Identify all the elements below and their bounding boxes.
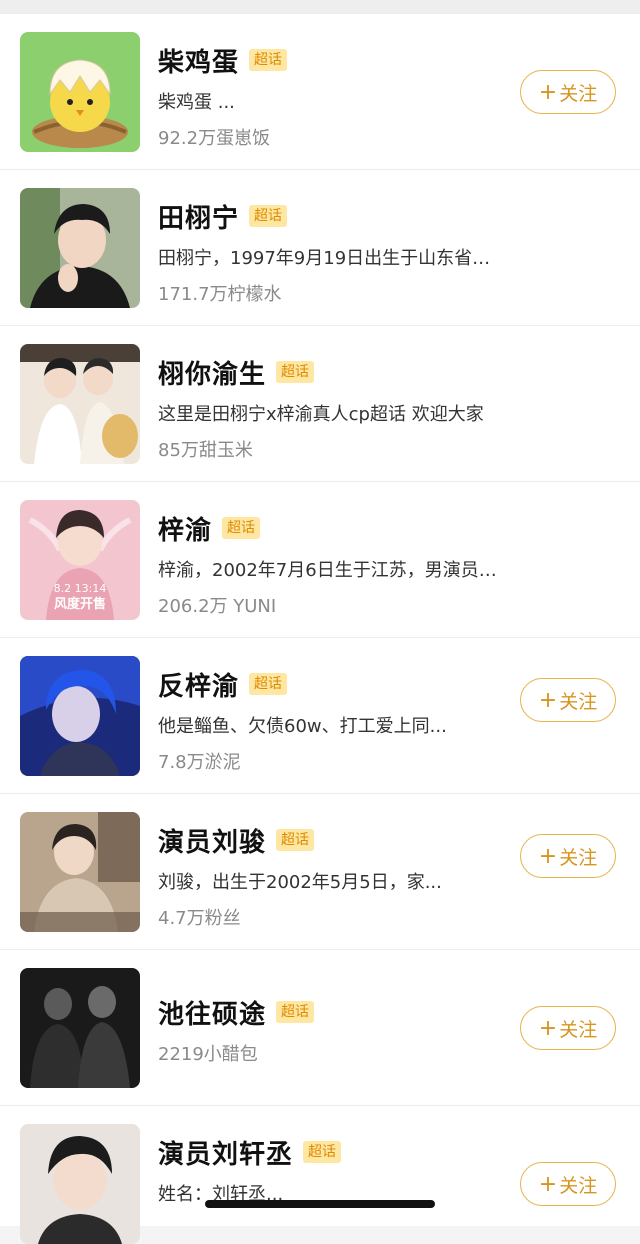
topic-name: 池往硕途: [158, 999, 267, 1030]
plus-icon: +: [538, 1015, 558, 1041]
super-topic-badge: 超话: [249, 205, 288, 227]
topic-description: 刘骏，出生于2002年5月5日，家...: [158, 872, 442, 893]
fan-count: 7.8万淤泥: [158, 752, 241, 773]
super-topic-badge: 超话: [303, 1141, 342, 1163]
super-topic-list: 柴鸡蛋 超话 柴鸡蛋 ... 92.2万蛋崽饭 + 关注 田栩宁 超话 田栩宁，…: [0, 14, 640, 1244]
list-item[interactable]: 8.2 13:14 风度开售 梓渝 超话 梓渝，2002年7月6日生于江苏，男演…: [0, 482, 640, 638]
plus-icon: +: [538, 1171, 558, 1197]
topic-name: 柴鸡蛋: [158, 47, 240, 78]
list-item[interactable]: 田栩宁 超话 田栩宁，1997年9月19日出生于山东省济宁市... 171.7万…: [0, 170, 640, 326]
poster-title-text: 风度开售: [54, 596, 106, 612]
avatar[interactable]: [20, 188, 140, 308]
list-item[interactable]: 柴鸡蛋 超话 柴鸡蛋 ... 92.2万蛋崽饭 + 关注: [0, 14, 640, 170]
topic-description: 柴鸡蛋 ...: [158, 92, 235, 113]
topic-name: 栩你渝生: [158, 359, 267, 390]
topic-description: 这里是田栩宁x梓渝真人cp超话 欢迎大家: [158, 404, 484, 425]
top-gap: [0, 0, 640, 14]
list-item[interactable]: 栩你渝生 超话 这里是田栩宁x梓渝真人cp超话 欢迎大家 85万甜玉米: [0, 326, 640, 482]
topic-name: 梓渝: [158, 515, 213, 546]
list-item[interactable]: 池往硕途 超话 2219小醋包 + 关注: [0, 950, 640, 1106]
super-topic-badge: 超话: [249, 49, 288, 71]
list-item[interactable]: 演员刘骏 超话 刘骏，出生于2002年5月5日，家... 4.7万粉丝 + 关注: [0, 794, 640, 950]
topic-name: 演员刘轩丞: [158, 1139, 294, 1170]
plus-icon: +: [538, 687, 558, 713]
avatar[interactable]: [20, 656, 140, 776]
plus-icon: +: [538, 843, 558, 869]
super-topic-badge: 超话: [276, 361, 315, 383]
follow-button[interactable]: + 关注: [520, 834, 616, 878]
topic-description: 他是鲻鱼、欠债60w、打工爱上同...: [158, 716, 447, 737]
topic-description: 梓渝，2002年7月6日生于江苏，男演员、歌...: [158, 560, 508, 581]
super-topic-badge: 超话: [276, 829, 315, 851]
avatar[interactable]: 8.2 13:14 风度开售: [20, 500, 140, 620]
fan-count: 85万甜玉米: [158, 440, 253, 461]
topic-name: 演员刘骏: [158, 827, 267, 858]
topic-description: 田栩宁，1997年9月19日出生于山东省济宁市...: [158, 248, 508, 269]
fan-count: 206.2万 YUNI: [158, 596, 277, 617]
fan-count: 171.7万柠檬水: [158, 284, 282, 305]
poster-date-text: 8.2 13:14: [54, 582, 107, 595]
super-topic-badge: 超话: [222, 517, 261, 539]
fan-count: 2219小醋包: [158, 1044, 258, 1065]
topic-name: 田栩宁: [158, 203, 240, 234]
super-topic-badge: 超话: [276, 1001, 315, 1023]
avatar[interactable]: [20, 812, 140, 932]
avatar[interactable]: [20, 344, 140, 464]
follow-button[interactable]: + 关注: [520, 678, 616, 722]
avatar[interactable]: [20, 32, 140, 152]
fan-count: 92.2万蛋崽饭: [158, 128, 271, 149]
home-indicator[interactable]: [205, 1200, 435, 1208]
avatar[interactable]: [20, 968, 140, 1088]
follow-button[interactable]: + 关注: [520, 70, 616, 114]
list-item[interactable]: 演员刘轩丞 超话 姓名：刘轩丞... + 关注: [0, 1106, 640, 1244]
plus-icon: +: [538, 79, 558, 105]
follow-button[interactable]: + 关注: [520, 1006, 616, 1050]
topic-name: 反梓渝: [158, 671, 240, 702]
follow-button[interactable]: + 关注: [520, 1162, 616, 1206]
avatar[interactable]: [20, 1124, 140, 1244]
fan-count: 4.7万粉丝: [158, 908, 241, 929]
super-topic-badge: 超话: [249, 673, 288, 695]
list-item[interactable]: 反梓渝 超话 他是鲻鱼、欠债60w、打工爱上同... 7.8万淤泥 + 关注: [0, 638, 640, 794]
